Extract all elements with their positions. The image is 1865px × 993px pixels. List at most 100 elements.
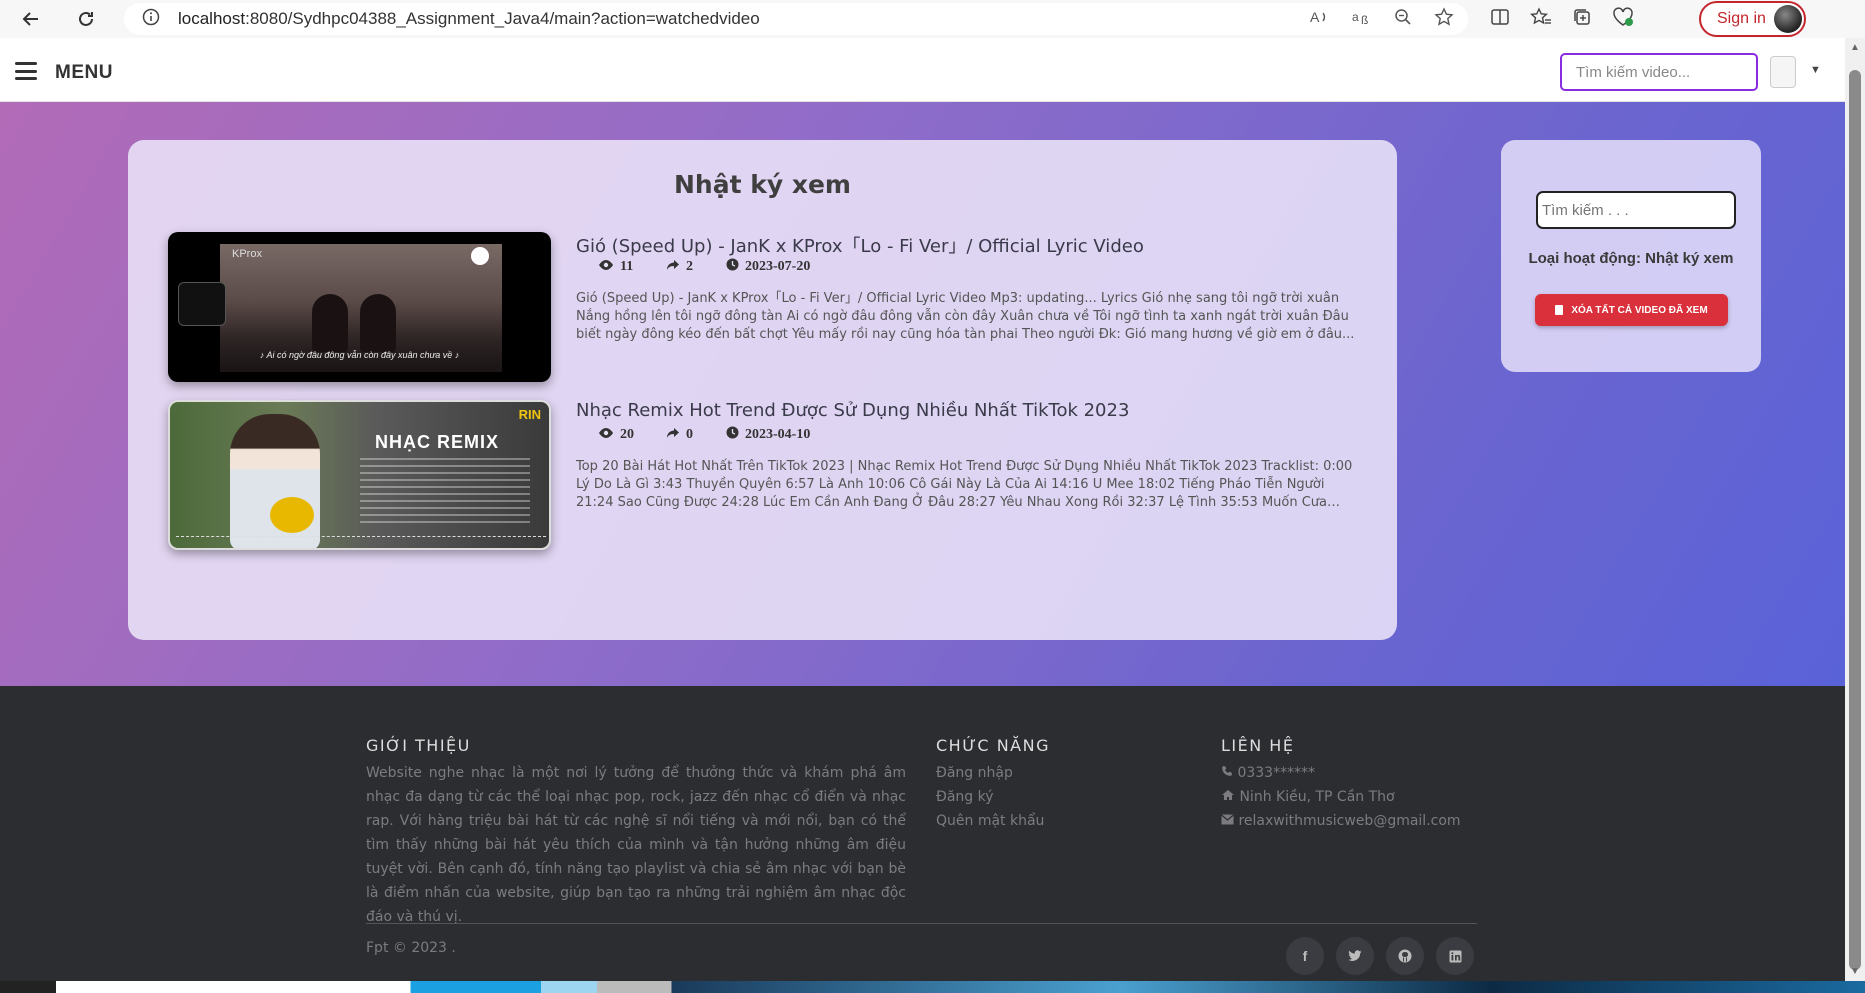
read-aloud-icon[interactable]: A <box>1310 8 1330 31</box>
clock-icon <box>726 426 739 444</box>
clock-icon <box>726 258 739 276</box>
collections-icon[interactable] <box>1572 7 1592 32</box>
scroll-down-icon[interactable]: ▼ <box>1850 966 1860 977</box>
view-count-value: 11 <box>620 259 634 274</box>
footer-functions: CHỨC NĂNG Đăng nhập Đăng ký Quên mật khẩ… <box>936 736 1176 833</box>
footer-divider <box>366 923 1477 924</box>
video-meta: 11 2 2023-07-20 <box>598 258 810 276</box>
browser-essentials-icon[interactable] <box>1612 6 1634 32</box>
video-item[interactable]: NHẠC REMIX RIN Nhạc Remix Hot Trend Được… <box>168 400 1368 550</box>
video-description: Gió (Speed Up) - JanK x KProx「Lo - Fi Ve… <box>576 291 1355 342</box>
video-thumbnail[interactable]: KProx ♪ Ai có ngờ đâu đông vẫn còn đây x… <box>168 232 551 382</box>
about-heading: GIỚI THIỆU <box>366 736 471 755</box>
share-count-value: 0 <box>686 427 693 442</box>
watch-date-value: 2023-07-20 <box>745 259 811 274</box>
address-line: Ninh Kiều, TP Cần Thơ <box>1221 785 1501 809</box>
address-text: Ninh Kiều, TP Cần Thơ <box>1239 789 1395 805</box>
url-text: localhost:8080/Sydhpc04388_Assignment_Ja… <box>178 9 760 29</box>
svg-text:ß: ß <box>1361 13 1368 26</box>
clear-history-label: XÓA TẤT CẢ VIDEO ĐÃ XEM <box>1571 304 1708 316</box>
share-icon <box>666 259 680 276</box>
page-scrollbar[interactable]: ▲ ▼ <box>1845 38 1865 981</box>
github-icon[interactable] <box>1386 937 1424 975</box>
twitter-icon[interactable] <box>1336 937 1374 975</box>
share-count: 2 <box>666 258 726 276</box>
watch-date-value: 2023-04-10 <box>745 427 811 442</box>
share-count-value: 2 <box>686 259 693 274</box>
thumbnail-badge: RIN <box>518 407 541 422</box>
svg-text:A: A <box>1310 9 1320 25</box>
favorite-star-icon[interactable] <box>1434 6 1454 32</box>
hamburger-menu-icon[interactable] <box>15 62 37 80</box>
phone-line: 0333****** <box>1221 761 1501 785</box>
url-host: localhost <box>178 9 246 28</box>
share-icon <box>666 427 680 444</box>
browser-toolbar: localhost:8080/Sydhpc04388_Assignment_Ja… <box>0 0 1865 38</box>
email-line: relaxwithmusicweb@gmail.com <box>1221 809 1501 833</box>
watch-date: 2023-04-10 <box>726 426 810 444</box>
address-bar[interactable]: localhost:8080/Sydhpc04388_Assignment_Ja… <box>124 3 1468 35</box>
home-icon <box>1221 789 1235 805</box>
os-taskbar <box>0 981 1865 993</box>
favorites-icon[interactable] <box>1529 6 1552 32</box>
linkedin-icon[interactable] <box>1436 937 1474 975</box>
eye-icon <box>598 259 614 276</box>
watch-history-panel: Nhật ký xem KProx ♪ Ai có ngờ đâu đông v… <box>128 140 1397 640</box>
view-count: 11 <box>598 258 666 276</box>
video-search-input[interactable] <box>1560 53 1758 91</box>
back-icon[interactable] <box>16 4 46 34</box>
functions-heading: CHỨC NĂNG <box>936 736 1050 755</box>
footer-contact: LIÊN HỆ 0333****** Ninh Kiều, TP Cần Thơ… <box>1221 736 1501 833</box>
watch-date: 2023-07-20 <box>726 258 810 276</box>
play-icon <box>471 247 489 265</box>
url-path: :8080/Sydhpc04388_Assignment_Java4/main?… <box>245 9 760 28</box>
info-icon[interactable] <box>142 8 160 31</box>
video-title[interactable]: Nhạc Remix Hot Trend Được Sử Dụng Nhiều … <box>576 400 1129 421</box>
facebook-icon[interactable]: f <box>1286 937 1324 975</box>
register-link[interactable]: Đăng ký <box>936 785 1176 809</box>
view-count-value: 20 <box>620 427 634 442</box>
forgot-password-link[interactable]: Quên mật khẩu <box>936 809 1176 833</box>
refresh-icon[interactable] <box>71 4 101 34</box>
trash-icon <box>1555 305 1564 315</box>
zoom-out-icon[interactable] <box>1394 8 1412 31</box>
video-item[interactable]: KProx ♪ Ai có ngờ đâu đông vẫn còn đây x… <box>168 232 1368 382</box>
profile-avatar <box>1774 5 1802 33</box>
video-title[interactable]: Gió (Speed Up) - JanK x KProx「Lo - Fi Ve… <box>576 232 1144 258</box>
svg-text:a: a <box>1352 10 1359 24</box>
thumbnail-caption: ♪ Ai có ngờ đâu đông vẫn còn đây xuân ch… <box>259 350 460 360</box>
phone-number: 0333****** <box>1237 765 1316 781</box>
chevron-down-icon[interactable]: ▼ <box>1810 64 1821 76</box>
translate-icon[interactable]: aß <box>1352 8 1372 31</box>
history-search-input[interactable] <box>1536 191 1736 229</box>
email-text: relaxwithmusicweb@gmail.com <box>1238 813 1461 829</box>
scroll-up-icon[interactable]: ▲ <box>1850 42 1860 53</box>
footer-about: GIỚI THIỆU Website nghe nhạc là một nơi … <box>366 736 906 929</box>
site-navbar: MENU ▼ <box>0 38 1845 102</box>
share-count: 0 <box>666 426 726 444</box>
signin-label: Sign in <box>1717 10 1766 27</box>
thumbnail-title: NHẠC REMIX <box>375 432 500 452</box>
video-description: Top 20 Bài Hát Hot Nhất Trên TikTok 2023… <box>576 459 1353 510</box>
login-link[interactable]: Đăng nhập <box>936 761 1176 785</box>
video-meta: 20 0 2023-04-10 <box>598 426 810 444</box>
filter-sidebar: Loại hoạt động: Nhật ký xem XÓA TẤT CẢ V… <box>1501 140 1761 372</box>
menu-label[interactable]: MENU <box>55 62 113 84</box>
user-avatar[interactable] <box>1770 56 1796 88</box>
page-title: Nhật ký xem <box>673 170 851 199</box>
clear-history-button[interactable]: XÓA TẤT CẢ VIDEO ĐÃ XEM <box>1535 294 1728 326</box>
main-content: Nhật ký xem KProx ♪ Ai có ngờ đâu đông v… <box>0 102 1845 686</box>
signin-button[interactable]: Sign in <box>1699 1 1806 37</box>
copyright-text: Fpt © 2023 . <box>366 940 456 956</box>
about-text: Website nghe nhạc là một nơi lý tưởng để… <box>366 765 906 925</box>
scroll-thumb[interactable] <box>1849 70 1861 970</box>
view-count: 20 <box>598 426 666 444</box>
phone-icon <box>1221 765 1233 781</box>
thumbnail-logo: KProx <box>232 248 262 260</box>
site-footer: GIỚI THIỆU Website nghe nhạc là một nơi … <box>0 686 1845 981</box>
video-thumbnail[interactable]: NHẠC REMIX RIN <box>168 400 551 550</box>
split-screen-icon[interactable] <box>1490 7 1510 32</box>
envelope-icon <box>1221 813 1234 829</box>
eye-icon <box>598 427 614 444</box>
contact-heading: LIÊN HỆ <box>1221 736 1295 755</box>
